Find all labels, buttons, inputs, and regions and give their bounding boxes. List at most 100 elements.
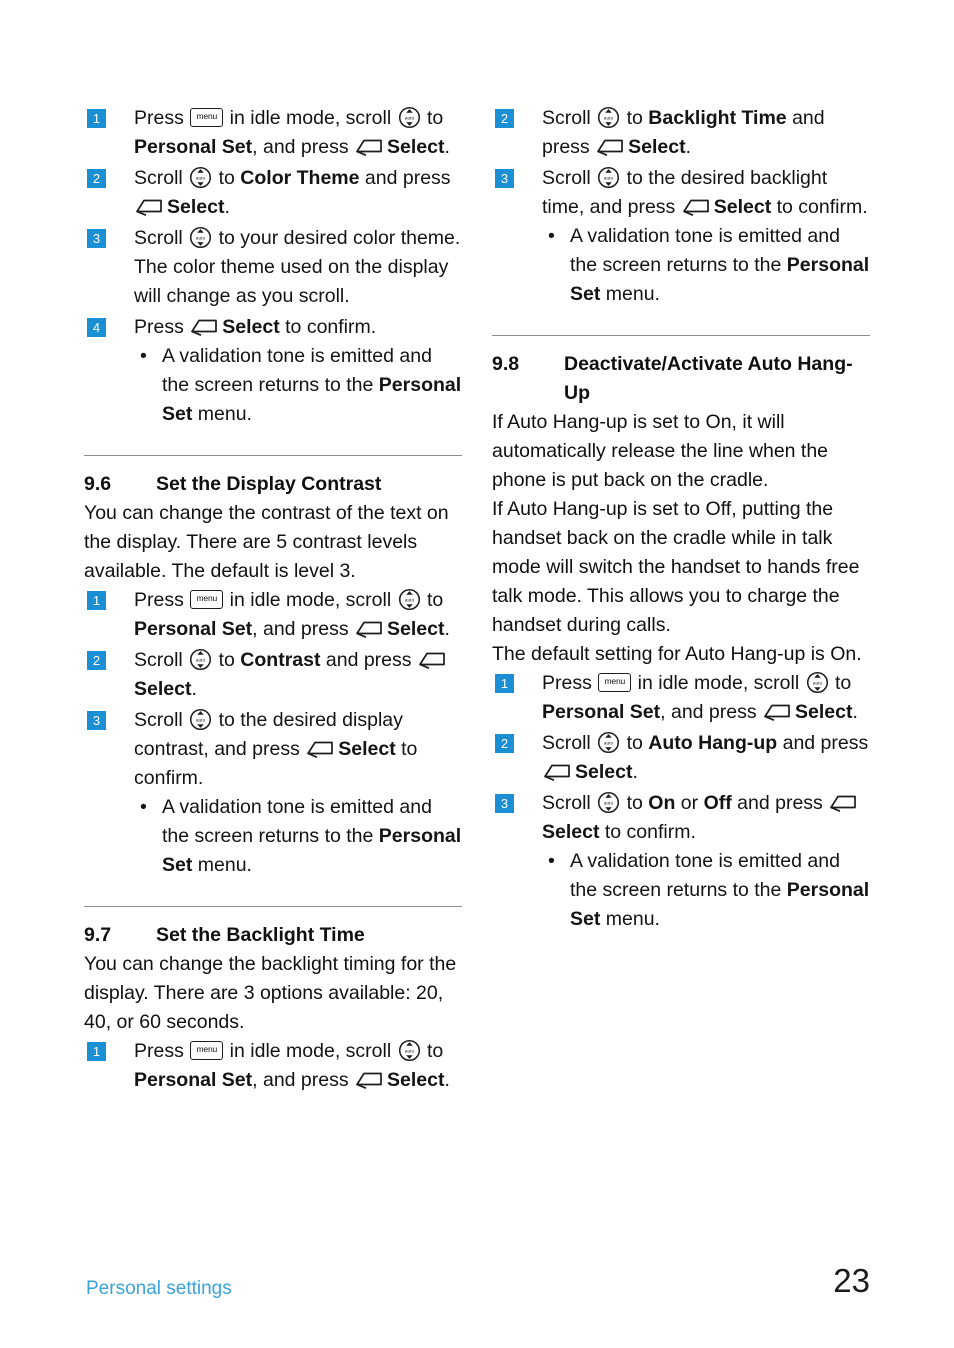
body-paragraph: The default setting for Auto Hang-up is … bbox=[492, 643, 862, 665]
steps-auto-hangup: 1 Press menu in idle mode, scroll auto to… bbox=[492, 669, 870, 934]
emphasis-text: Select bbox=[167, 196, 225, 218]
step-text: Scroll auto to On or Off and press Selec… bbox=[542, 791, 861, 843]
section-title: Set the Display Contrast bbox=[156, 473, 382, 495]
nav-up-down-icon: auto bbox=[398, 588, 421, 611]
emphasis-text: Select bbox=[338, 738, 396, 760]
nav-up-down-icon: auto bbox=[806, 671, 829, 694]
emphasis-text: Personal Set bbox=[134, 136, 253, 158]
section-title: Set the Backlight Time bbox=[156, 924, 365, 946]
numbered-step: 3 Scroll auto to the desired backlight ti… bbox=[492, 164, 870, 309]
numbered-step: 1 Press menu in idle mode, scroll auto to… bbox=[84, 586, 462, 644]
soft-key-select-icon bbox=[190, 316, 220, 337]
step-number-badge: 2 bbox=[87, 169, 106, 188]
numbered-step: 2 Scroll auto to Auto Hang-up and press S… bbox=[492, 729, 870, 787]
step-bullet-list: A validation tone is emitted and the scr… bbox=[134, 793, 462, 880]
step-text: Scroll auto to the desired display contr… bbox=[134, 708, 418, 789]
step-number-badge: 3 bbox=[87, 229, 106, 248]
nav-up-down-icon: auto bbox=[597, 791, 620, 814]
step-number-badge: 4 bbox=[87, 318, 106, 337]
nav-up-down-icon: auto bbox=[398, 106, 421, 129]
emphasis-text: Select bbox=[387, 1069, 445, 1091]
step-text: Scroll auto to the desired backlight tim… bbox=[542, 166, 868, 218]
svg-text:auto: auto bbox=[404, 115, 414, 121]
step-number-badge: 3 bbox=[495, 794, 514, 813]
emphasis-text: Select bbox=[713, 196, 772, 218]
step-text: Press Select to confirm. bbox=[134, 316, 377, 338]
step-number-badge: 1 bbox=[87, 109, 106, 128]
svg-text:auto: auto bbox=[604, 115, 614, 121]
section-number: 9.6 bbox=[84, 473, 112, 495]
soft-key-select-icon bbox=[829, 792, 859, 813]
bullet-item: A validation tone is emitted and the scr… bbox=[134, 342, 462, 429]
step-text: Scroll auto to Auto Hang-up and press Se… bbox=[542, 731, 869, 783]
emphasis-text: Personal Set bbox=[162, 374, 462, 425]
step-text: Scroll auto to Backlight Time and press … bbox=[542, 106, 825, 158]
emphasis-text: Select bbox=[628, 136, 686, 158]
nav-up-down-icon: auto bbox=[189, 166, 212, 189]
menu-key-icon: menu bbox=[190, 1041, 224, 1060]
steps-backlight-time-cont: 2 Scroll auto to Backlight Time and press… bbox=[492, 104, 870, 309]
soft-key-select-icon bbox=[355, 618, 385, 639]
section-body-9-7: You can change the backlight timing for … bbox=[84, 950, 462, 1037]
numbered-step: 1 Press menu in idle mode, scroll auto to… bbox=[492, 669, 870, 727]
step-text: Press menu in idle mode, scroll auto to … bbox=[134, 106, 450, 158]
step-number-badge: 2 bbox=[495, 734, 514, 753]
emphasis-text: Personal Set bbox=[542, 701, 661, 723]
step-number-badge: 3 bbox=[495, 169, 514, 188]
svg-text:auto: auto bbox=[604, 740, 614, 746]
emphasis-text: Personal Set bbox=[162, 825, 462, 876]
emphasis-text: Auto Hang-up bbox=[648, 732, 778, 754]
right-column: 2 Scroll auto to Backlight Time and press… bbox=[492, 104, 870, 936]
soft-key-select-icon bbox=[306, 738, 336, 759]
section-heading-9-6: 9.6 Set the Display Contrast bbox=[84, 470, 462, 499]
section-divider-9-6 bbox=[84, 455, 462, 456]
page-number: 23 bbox=[833, 1262, 870, 1299]
emphasis-text: Select bbox=[387, 136, 445, 158]
section-body-9-8: If Auto Hang-up is set to On, it will au… bbox=[492, 408, 870, 669]
nav-up-down-icon: auto bbox=[189, 648, 212, 671]
emphasis-text: Personal Set bbox=[570, 879, 870, 930]
svg-text:auto: auto bbox=[196, 657, 206, 663]
menu-key-icon: menu bbox=[598, 673, 632, 692]
step-text: Scroll auto to your desired color theme.… bbox=[134, 226, 461, 307]
step-text: Scroll auto to Color Theme and press Sel… bbox=[134, 166, 451, 218]
numbered-step: 3 Scroll auto to your desired color theme… bbox=[84, 224, 462, 311]
numbered-step: 2 Scroll auto to Contrast and press Selec… bbox=[84, 646, 462, 704]
section-heading-9-7: 9.7 Set the Backlight Time bbox=[84, 921, 462, 950]
soft-key-select-icon bbox=[355, 136, 385, 157]
step-number-badge: 2 bbox=[495, 109, 514, 128]
steps-display-contrast: 1 Press menu in idle mode, scroll auto to… bbox=[84, 586, 462, 880]
step-number-badge: 1 bbox=[87, 1042, 106, 1061]
emphasis-text: Select bbox=[134, 678, 192, 700]
body-paragraph: If Auto Hang-up is set to Off, putting t… bbox=[492, 498, 860, 636]
emphasis-text: Personal Set bbox=[134, 1069, 253, 1091]
emphasis-text: Color Theme bbox=[240, 167, 360, 189]
svg-text:auto: auto bbox=[196, 235, 206, 241]
numbered-step: 3 Scroll auto to the desired display cont… bbox=[84, 706, 462, 880]
body-paragraph: If Auto Hang-up is set to On, it will au… bbox=[492, 411, 829, 491]
step-number-badge: 1 bbox=[87, 591, 106, 610]
section-number: 9.7 bbox=[84, 924, 112, 946]
nav-up-down-icon: auto bbox=[189, 226, 212, 249]
emphasis-text: Select bbox=[795, 701, 853, 723]
section-body-9-6: You can change the contrast of the text … bbox=[84, 499, 462, 586]
soft-key-select-icon bbox=[418, 649, 448, 670]
nav-up-down-icon: auto bbox=[597, 106, 620, 129]
soft-key-select-icon bbox=[682, 196, 712, 217]
steps-backlight-time: 1 Press menu in idle mode, scroll auto to… bbox=[84, 1037, 462, 1095]
numbered-step: 3 Scroll auto to On or Off and press Sele… bbox=[492, 789, 870, 934]
emphasis-text: Select bbox=[387, 618, 445, 640]
emphasis-text: Select bbox=[222, 316, 280, 338]
nav-up-down-icon: auto bbox=[398, 1039, 421, 1062]
emphasis-text: Backlight Time bbox=[648, 107, 787, 129]
numbered-step: 1 Press menu in idle mode, scroll auto to… bbox=[84, 1037, 462, 1095]
bullet-item: A validation tone is emitted and the scr… bbox=[542, 222, 870, 309]
step-text: Press menu in idle mode, scroll auto to … bbox=[134, 588, 450, 640]
svg-text:auto: auto bbox=[404, 597, 414, 603]
numbered-step: 1 Press menu in idle mode, scroll auto to… bbox=[84, 104, 462, 162]
bullet-item: A validation tone is emitted and the scr… bbox=[134, 793, 462, 880]
body-paragraph: You can change the contrast of the text … bbox=[84, 502, 449, 582]
nav-up-down-icon: auto bbox=[597, 166, 620, 189]
nav-up-down-icon: auto bbox=[189, 708, 212, 731]
numbered-step: 2 Scroll auto to Backlight Time and press… bbox=[492, 104, 870, 162]
